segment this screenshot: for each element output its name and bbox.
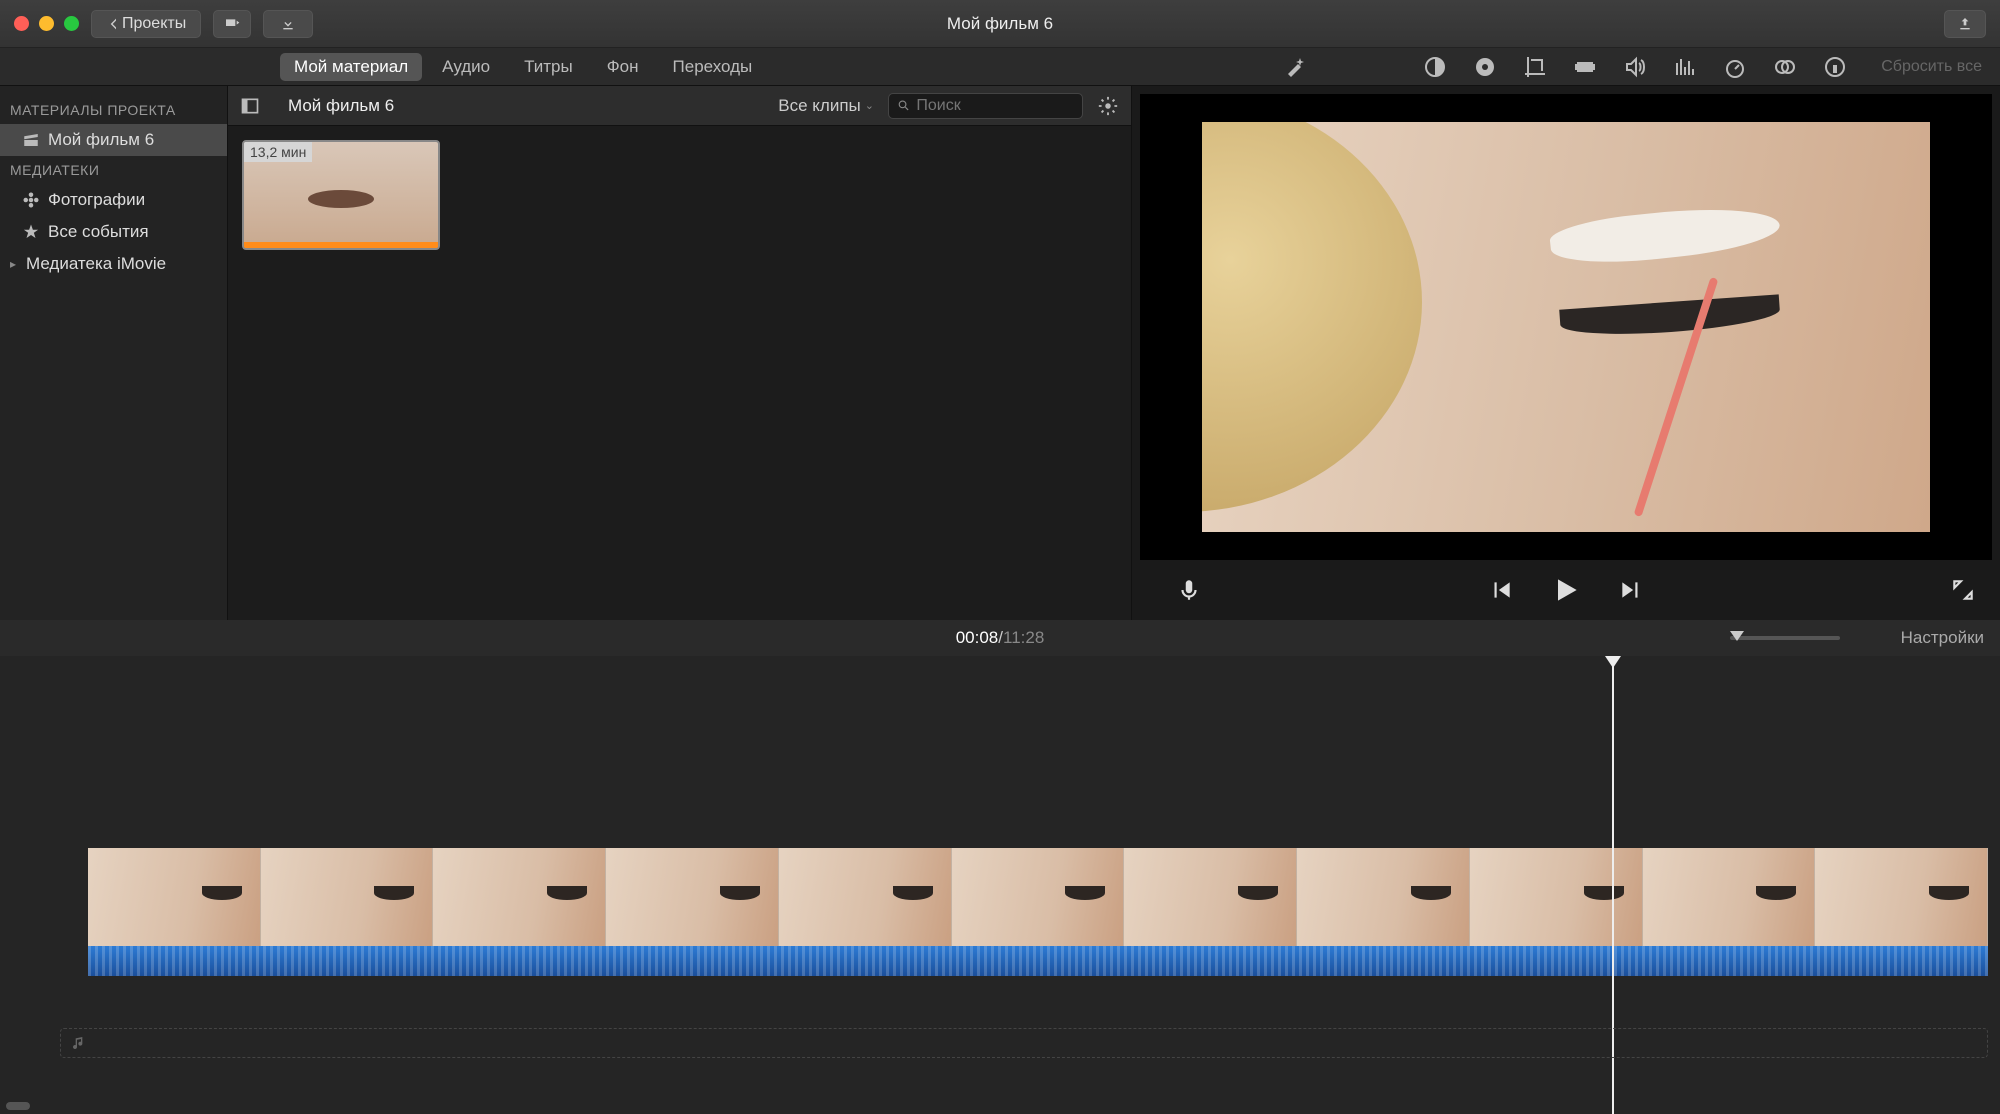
sidebar-item-imovie-library[interactable]: ▸ Медиатека iMovie bbox=[0, 248, 227, 280]
search-icon bbox=[897, 98, 910, 113]
filmstrip-thumb bbox=[1643, 848, 1816, 946]
media-import-button[interactable] bbox=[213, 10, 251, 38]
minimize-window-button[interactable] bbox=[39, 16, 54, 31]
star-icon bbox=[22, 223, 40, 241]
filmstrip-thumb bbox=[1470, 848, 1643, 946]
share-icon bbox=[1957, 16, 1973, 32]
clip-grid: 13,2 мин bbox=[228, 126, 1131, 620]
clip-audio-waveform[interactable] bbox=[88, 946, 1988, 976]
filmstrip-thumb bbox=[606, 848, 779, 946]
info-icon[interactable] bbox=[1823, 55, 1847, 79]
media-clip[interactable]: 13,2 мин bbox=[242, 140, 440, 250]
chevron-left-icon bbox=[106, 16, 122, 32]
browser-settings-icon[interactable] bbox=[1097, 95, 1119, 117]
filmstrip-thumb bbox=[1297, 848, 1470, 946]
flower-icon bbox=[22, 191, 40, 209]
sidebar-item-project[interactable]: Мой фильм 6 bbox=[0, 124, 227, 156]
media-import-icon bbox=[224, 16, 240, 32]
timeline[interactable] bbox=[0, 656, 2000, 1114]
filmstrip-thumb bbox=[433, 848, 606, 946]
filmstrip-thumb bbox=[1124, 848, 1297, 946]
media-browser: Мой фильм 6 Все клипы ⌄ 13,2 мин bbox=[228, 86, 1132, 620]
window-controls bbox=[14, 16, 79, 31]
stabilization-icon[interactable] bbox=[1573, 55, 1597, 79]
filmstrip-thumb bbox=[952, 848, 1125, 946]
zoom-thumb[interactable] bbox=[1730, 631, 1744, 641]
background-music-track[interactable] bbox=[60, 1028, 1988, 1058]
sidebar-item-all-events[interactable]: Все события bbox=[0, 216, 227, 248]
fullscreen-icon[interactable] bbox=[1950, 577, 1976, 603]
preview-frame bbox=[1202, 122, 1930, 532]
play-button[interactable] bbox=[1550, 574, 1582, 606]
toggle-sidebar-icon[interactable] bbox=[240, 96, 260, 116]
sidebar-item-photos[interactable]: Фотографии bbox=[0, 184, 227, 216]
sidebar-project-label: Мой фильм 6 bbox=[48, 130, 154, 150]
preview-canvas[interactable] bbox=[1140, 94, 1992, 560]
volume-icon[interactable] bbox=[1623, 55, 1647, 79]
projects-back-button[interactable]: Проекты bbox=[91, 10, 201, 38]
equalizer-icon[interactable] bbox=[1673, 55, 1697, 79]
clip-filter-label: Все клипы bbox=[778, 96, 861, 116]
sidebar-section-project: МАТЕРИАЛЫ ПРОЕКТА bbox=[0, 96, 227, 124]
prev-frame-button[interactable] bbox=[1488, 577, 1514, 603]
crop-icon[interactable] bbox=[1523, 55, 1547, 79]
timeline-settings-button[interactable]: Настройки bbox=[1901, 628, 1984, 648]
sidebar-events-label: Все события bbox=[48, 222, 149, 242]
dropdown-chevron-icon: ⌄ bbox=[865, 99, 874, 112]
search-field[interactable] bbox=[888, 93, 1083, 119]
window-title: Мой фильм 6 bbox=[947, 14, 1053, 34]
download-icon bbox=[280, 16, 296, 32]
close-window-button[interactable] bbox=[14, 16, 29, 31]
reset-all-button[interactable]: Сбросить все bbox=[1881, 58, 1982, 76]
sidebar-library-label: Медиатека iMovie bbox=[26, 254, 166, 274]
browser-toolbar: Мой фильм 6 Все клипы ⌄ bbox=[228, 86, 1131, 126]
download-button[interactable] bbox=[263, 10, 313, 38]
zoom-window-button[interactable] bbox=[64, 16, 79, 31]
tab-audio[interactable]: Аудио bbox=[428, 53, 504, 81]
tab-backgrounds[interactable]: Фон bbox=[593, 53, 653, 81]
horizontal-scrollbar[interactable] bbox=[6, 1102, 30, 1110]
preview-viewer bbox=[1132, 86, 2000, 620]
enhance-wand-icon[interactable] bbox=[1283, 55, 1307, 79]
clip-duration-badge: 13,2 мин bbox=[244, 142, 312, 162]
library-tabs: Мой материал Аудио Титры Фон Переходы Сб… bbox=[0, 48, 2000, 86]
viewer-adjust-tools: Сбросить все bbox=[1283, 55, 1982, 79]
tab-my-media[interactable]: Мой материал bbox=[280, 53, 422, 81]
library-sidebar: МАТЕРИАЛЫ ПРОЕКТА Мой фильм 6 МЕДИАТЕКИ … bbox=[0, 86, 228, 620]
timeline-zoom-slider[interactable] bbox=[1730, 636, 1840, 640]
sidebar-photos-label: Фотографии bbox=[48, 190, 145, 210]
filmstrip-thumb bbox=[779, 848, 952, 946]
clip-filmstrip[interactable] bbox=[88, 848, 1988, 946]
speed-icon[interactable] bbox=[1723, 55, 1747, 79]
filmstrip-thumb bbox=[88, 848, 261, 946]
search-input[interactable] bbox=[916, 97, 1074, 115]
tab-titles[interactable]: Титры bbox=[510, 53, 587, 81]
disclosure-triangle-icon[interactable]: ▸ bbox=[8, 257, 18, 271]
upper-pane: МАТЕРИАЛЫ ПРОЕКТА Мой фильм 6 МЕДИАТЕКИ … bbox=[0, 86, 2000, 620]
filmstrip-thumb bbox=[261, 848, 434, 946]
next-frame-button[interactable] bbox=[1618, 577, 1644, 603]
projects-label: Проекты bbox=[122, 15, 186, 33]
browser-crumb: Мой фильм 6 bbox=[288, 96, 394, 116]
video-track[interactable] bbox=[88, 848, 1988, 980]
window-titlebar: Проекты Мой фильм 6 bbox=[0, 0, 2000, 48]
timecode-current: 00:08 bbox=[956, 628, 999, 648]
clip-filter-dropdown[interactable]: Все клипы ⌄ bbox=[778, 96, 874, 116]
timecode-total: 11:28 bbox=[1003, 628, 1044, 648]
filmstrip-thumb bbox=[1815, 848, 1988, 946]
sidebar-section-libraries: МЕДИАТЕКИ bbox=[0, 156, 227, 184]
share-button[interactable] bbox=[1944, 10, 1986, 38]
color-balance-icon[interactable] bbox=[1423, 55, 1447, 79]
clip-filter-icon[interactable] bbox=[1773, 55, 1797, 79]
color-correction-icon[interactable] bbox=[1473, 55, 1497, 79]
music-note-icon bbox=[71, 1035, 87, 1051]
transport-controls bbox=[1132, 560, 2000, 620]
clapper-icon bbox=[22, 131, 40, 149]
clip-used-indicator bbox=[244, 242, 438, 248]
voiceover-mic-icon[interactable] bbox=[1176, 577, 1202, 603]
timeline-header: 00:08 / 11:28 Настройки bbox=[0, 620, 2000, 656]
tab-transitions[interactable]: Переходы bbox=[659, 53, 767, 81]
